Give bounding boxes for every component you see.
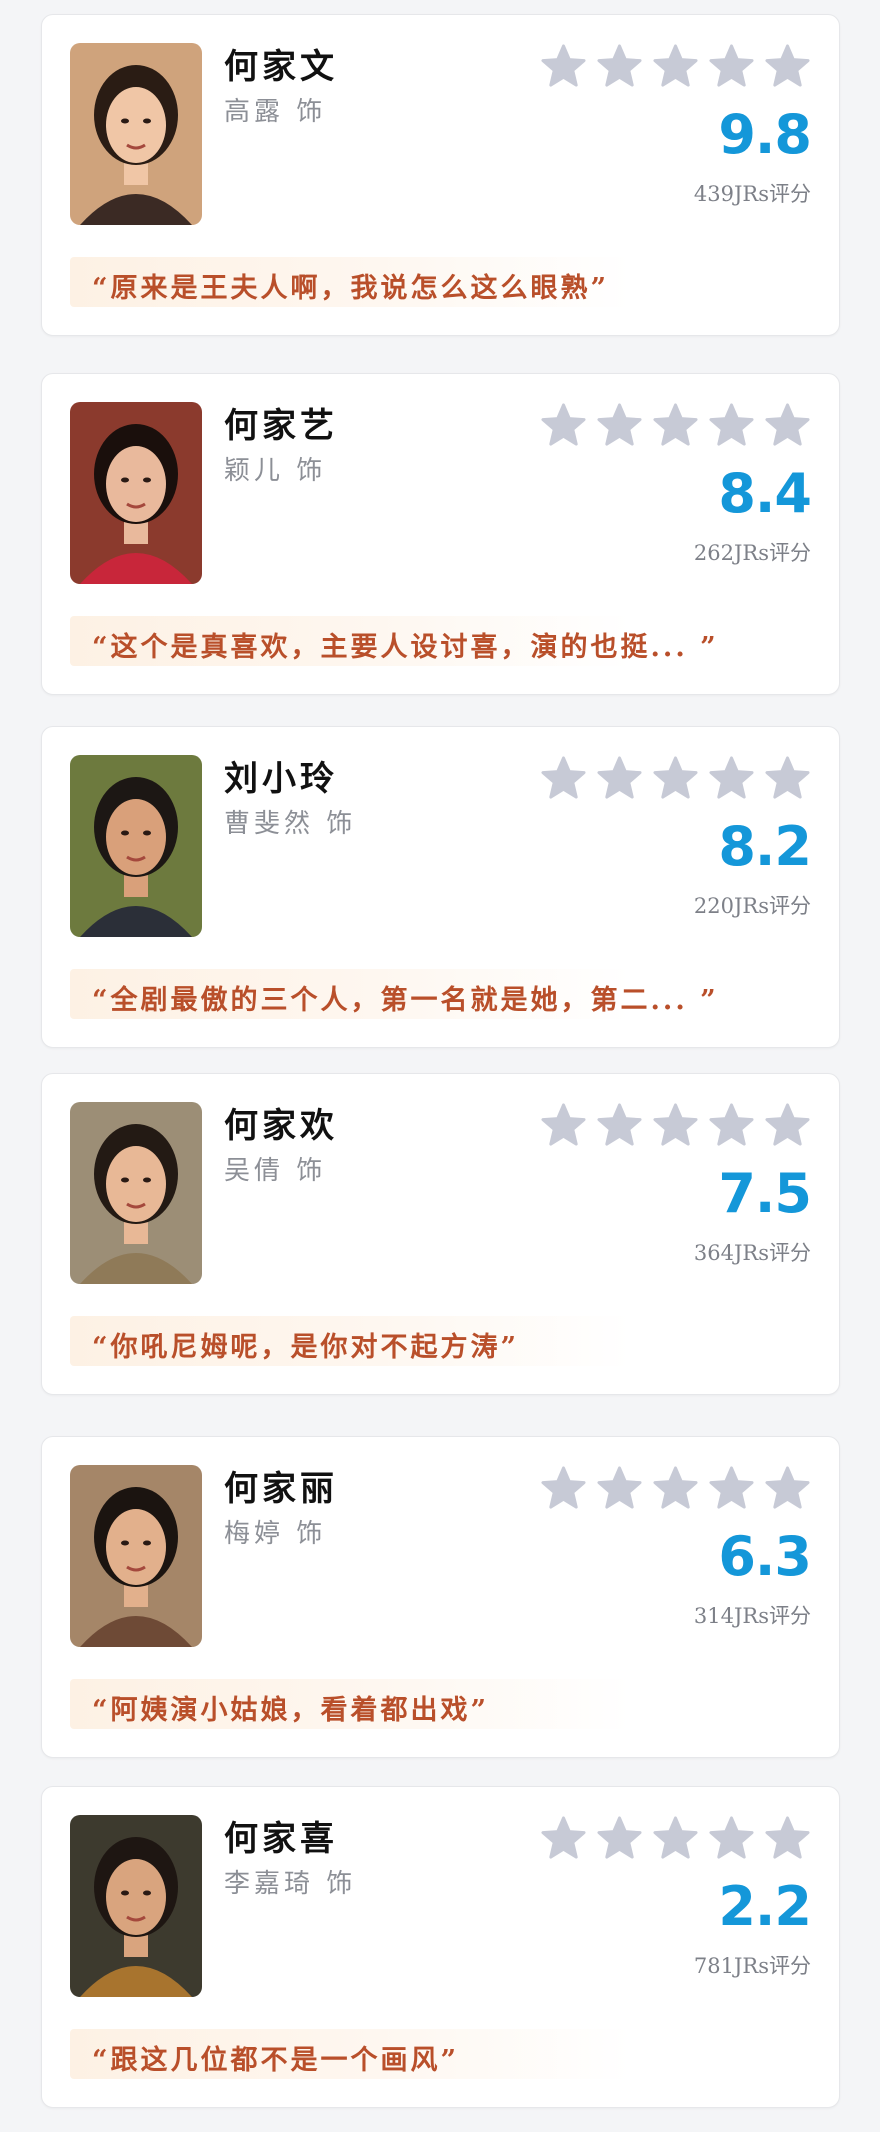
top-comment-text: “你吼尼姆呢，是你对不起方涛” [92,1332,520,1363]
star-icon[interactable] [764,402,811,449]
star-icon[interactable] [708,402,755,449]
star-icon[interactable] [596,1465,643,1512]
star-icon[interactable] [764,1815,811,1862]
star-icon[interactable] [764,1102,811,1149]
top-comment[interactable]: “跟这几位都不是一个画风” [70,2029,630,2079]
star-icon[interactable] [652,402,699,449]
star-icon[interactable] [540,1102,587,1149]
star-rating[interactable] [540,1815,811,1862]
character-card[interactable]: 何家欢吴倩 饰 7.5 364JRs评分 “你吼尼姆呢，是你对不起方涛” [41,1073,840,1395]
actor-name: 曹斐然 饰 [224,809,357,839]
score-value: 8.4 [718,462,812,525]
star-rating[interactable] [540,1465,811,1512]
rating-count: 262JRs评分 [693,541,811,565]
character-photo [70,1102,202,1284]
top-comment[interactable]: “全剧最傲的三个人，第一名就是她，第二... ” [70,969,716,1019]
star-icon[interactable] [708,43,755,90]
star-rating[interactable] [540,402,811,449]
rating-count: 314JRs评分 [693,1604,811,1628]
top-comment-text: “全剧最傲的三个人，第一名就是她，第二... ” [92,985,719,1016]
character-photo [70,755,202,937]
star-icon[interactable] [596,1102,643,1149]
top-comment-text: “原来是王夫人啊，我说怎么这么眼熟” [92,273,610,304]
character-name: 何家喜 [224,1819,338,1859]
character-card[interactable]: 刘小玲曹斐然 饰 8.2 220JRs评分 “全剧最傲的三个人，第一名就是她，第二..… [41,726,840,1048]
star-icon[interactable] [652,1102,699,1149]
star-icon[interactable] [540,1815,587,1862]
top-comment[interactable]: “这个是真喜欢，主要人设讨喜，演的也挺... ” [70,616,716,666]
actor-name: 梅婷 饰 [224,1519,327,1549]
star-icon[interactable] [540,43,587,90]
star-icon[interactable] [764,755,811,802]
score-value: 8.2 [718,815,812,878]
rating-count: 364JRs评分 [693,1241,811,1265]
character-card[interactable]: 何家文高露 饰 9.8 439JRs评分 “原来是王夫人啊，我说怎么这么眼熟” [41,14,840,336]
character-name: 刘小玲 [224,759,338,799]
character-name: 何家文 [224,47,338,87]
star-icon[interactable] [708,1815,755,1862]
actor-name: 颖儿 饰 [224,456,327,486]
star-icon[interactable] [596,1815,643,1862]
top-comment[interactable]: “你吼尼姆呢，是你对不起方涛” [70,1316,630,1366]
star-icon[interactable] [540,1465,587,1512]
star-rating[interactable] [540,755,811,802]
star-icon[interactable] [708,755,755,802]
star-icon[interactable] [708,1102,755,1149]
score-value: 9.8 [718,103,812,166]
character-card[interactable]: 何家喜李嘉琦 饰 2.2 781JRs评分 “跟这几位都不是一个画风” [41,1786,840,2108]
rating-count: 439JRs评分 [693,182,811,206]
character-photo [70,1465,202,1647]
star-rating[interactable] [540,1102,811,1149]
star-icon[interactable] [764,43,811,90]
top-comment-text: “跟这几位都不是一个画风” [92,2045,460,2076]
star-icon[interactable] [540,402,587,449]
star-icon[interactable] [652,1465,699,1512]
rating-count: 781JRs评分 [693,1954,811,1978]
star-icon[interactable] [708,1465,755,1512]
top-comment-text: “这个是真喜欢，主要人设讨喜，演的也挺... ” [92,632,719,663]
star-icon[interactable] [540,755,587,802]
character-photo [70,402,202,584]
rating-count: 220JRs评分 [693,894,811,918]
actor-name: 吴倩 饰 [224,1156,327,1186]
star-icon[interactable] [652,755,699,802]
top-comment[interactable]: “阿姨演小姑娘，看着都出戏” [70,1679,630,1729]
star-icon[interactable] [652,1815,699,1862]
top-comment-text: “阿姨演小姑娘，看着都出戏” [92,1695,490,1726]
character-card[interactable]: 何家艺颖儿 饰 8.4 262JRs评分 “这个是真喜欢，主要人设讨喜，演的也挺...… [41,373,840,695]
score-value: 7.5 [718,1162,812,1225]
star-icon[interactable] [596,755,643,802]
character-name: 何家艺 [224,406,338,446]
star-icon[interactable] [596,43,643,90]
character-name: 何家丽 [224,1469,338,1509]
character-photo [70,1815,202,1997]
character-photo [70,43,202,225]
top-comment[interactable]: “原来是王夫人啊，我说怎么这么眼熟” [70,257,630,307]
actor-name: 李嘉琦 饰 [224,1869,357,1899]
star-rating[interactable] [540,43,811,90]
star-icon[interactable] [764,1465,811,1512]
character-card[interactable]: 何家丽梅婷 饰 6.3 314JRs评分 “阿姨演小姑娘，看着都出戏” [41,1436,840,1758]
star-icon[interactable] [652,43,699,90]
score-value: 6.3 [718,1525,812,1588]
character-name: 何家欢 [224,1106,338,1146]
actor-name: 高露 饰 [224,97,327,127]
score-value: 2.2 [718,1875,812,1938]
star-icon[interactable] [596,402,643,449]
